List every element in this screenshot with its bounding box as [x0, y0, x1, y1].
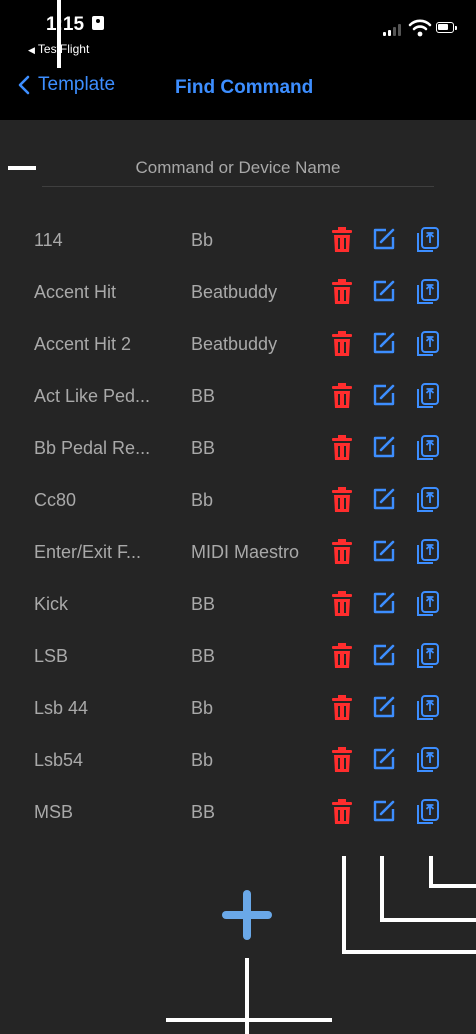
copy-icon[interactable]	[417, 747, 439, 773]
trash-icon[interactable]	[331, 487, 353, 513]
copy-icon[interactable]	[417, 539, 439, 565]
command-row[interactable]: Act Like Ped... BB	[0, 372, 476, 424]
battery-icon	[436, 22, 457, 33]
command-row[interactable]: Accent Hit 2 Beatbuddy	[0, 320, 476, 372]
back-app-label: TestFlight	[37, 42, 90, 56]
command-name: Lsb54	[34, 750, 84, 770]
command-row[interactable]: Bb Pedal Re... BB	[0, 424, 476, 476]
trash-icon[interactable]	[331, 383, 353, 409]
search-input[interactable]	[42, 150, 434, 187]
edit-icon[interactable]	[372, 539, 396, 563]
annotation-line	[342, 856, 346, 952]
annotation-line	[429, 856, 433, 886]
status-time: 1:15	[46, 14, 85, 35]
command-row[interactable]: 114 Bb	[0, 216, 476, 268]
edit-icon[interactable]	[372, 227, 396, 251]
edit-icon[interactable]	[372, 747, 396, 771]
command-name: Bb Pedal Re...	[34, 438, 151, 458]
command-name: Kick	[34, 594, 69, 614]
command-row[interactable]: MSB BB	[0, 788, 476, 840]
copy-icon[interactable]	[417, 435, 439, 461]
copy-icon[interactable]	[417, 643, 439, 669]
command-name: Enter/Exit F...	[34, 542, 142, 562]
chevron-left-icon	[18, 75, 30, 95]
device-name: Bb	[191, 698, 214, 718]
trash-icon[interactable]	[331, 799, 353, 825]
edit-icon[interactable]	[372, 799, 396, 823]
add-command-button[interactable]	[218, 886, 276, 944]
trash-icon[interactable]	[331, 747, 353, 773]
edit-icon[interactable]	[372, 695, 396, 719]
annotation-line	[8, 166, 36, 170]
command-row[interactable]: Enter/Exit F... MIDI Maestro	[0, 528, 476, 580]
device-name: BB	[191, 438, 216, 458]
command-name: Accent Hit 2	[34, 334, 132, 354]
trash-icon[interactable]	[331, 331, 353, 357]
trash-icon[interactable]	[331, 227, 353, 253]
command-row[interactable]: Lsb 44 Bb	[0, 684, 476, 736]
command-row[interactable]: Cc80 Bb	[0, 476, 476, 528]
annotation-line	[57, 0, 61, 68]
command-row[interactable]: Kick BB	[0, 580, 476, 632]
command-name: MSB	[34, 802, 74, 822]
trash-icon[interactable]	[331, 695, 353, 721]
copy-icon[interactable]	[417, 591, 439, 617]
device-name: BB	[191, 646, 216, 666]
copy-icon[interactable]	[417, 279, 439, 305]
trash-icon[interactable]	[331, 643, 353, 669]
annotation-line	[166, 1018, 332, 1022]
command-name: Lsb 44	[34, 698, 89, 718]
device-name: BB	[191, 802, 216, 822]
edit-icon[interactable]	[372, 643, 396, 667]
trash-icon[interactable]	[331, 435, 353, 461]
command-name: Cc80	[34, 490, 77, 510]
command-row[interactable]: Accent Hit Beatbuddy	[0, 268, 476, 320]
nav-header: 1:15 ◀ TestFlight Template Find Command	[0, 0, 476, 120]
command-name: LSB	[34, 646, 69, 666]
command-row[interactable]: Lsb54 Bb	[0, 736, 476, 788]
command-name: Act Like Ped...	[34, 386, 151, 406]
page-title: Find Command	[175, 77, 314, 98]
annotation-line	[245, 958, 249, 1034]
device-name: Bb	[191, 750, 214, 770]
device-name: Beatbuddy	[191, 282, 278, 302]
annotation-line	[342, 950, 476, 954]
edit-icon[interactable]	[372, 383, 396, 407]
edit-icon[interactable]	[372, 331, 396, 355]
command-list: 114 Bb Accent Hit Beatbuddy Accent Hit 2 Beat…	[0, 216, 476, 840]
back-triangle-icon: ◀	[28, 45, 35, 55]
annotation-line	[380, 856, 384, 920]
command-name: Accent Hit	[34, 282, 117, 302]
device-name: Beatbuddy	[191, 334, 278, 354]
annotation-line	[380, 918, 476, 922]
device-name: MIDI Maestro	[191, 542, 300, 562]
contact-card-icon	[92, 16, 104, 30]
copy-icon[interactable]	[417, 695, 439, 721]
edit-icon[interactable]	[372, 279, 396, 303]
wifi-icon	[408, 19, 432, 37]
back-button-label: Template	[38, 74, 116, 95]
edit-icon[interactable]	[372, 487, 396, 511]
device-name: BB	[191, 386, 216, 406]
trash-icon[interactable]	[331, 539, 353, 565]
plus-icon-horizontal	[222, 911, 272, 919]
command-row[interactable]: LSB BB	[0, 632, 476, 684]
back-button[interactable]: Template	[18, 74, 115, 96]
trash-icon[interactable]	[331, 591, 353, 617]
device-name: BB	[191, 594, 216, 614]
device-name: Bb	[191, 230, 214, 250]
signal-icon	[383, 24, 407, 36]
copy-icon[interactable]	[417, 227, 439, 253]
edit-icon[interactable]	[372, 435, 396, 459]
device-name: Bb	[191, 490, 214, 510]
copy-icon[interactable]	[417, 487, 439, 513]
command-name: 114	[34, 230, 63, 250]
search-field	[42, 150, 434, 190]
trash-icon[interactable]	[331, 279, 353, 305]
annotation-line	[429, 884, 476, 888]
copy-icon[interactable]	[417, 331, 439, 357]
copy-icon[interactable]	[417, 799, 439, 825]
copy-icon[interactable]	[417, 383, 439, 409]
edit-icon[interactable]	[372, 591, 396, 615]
